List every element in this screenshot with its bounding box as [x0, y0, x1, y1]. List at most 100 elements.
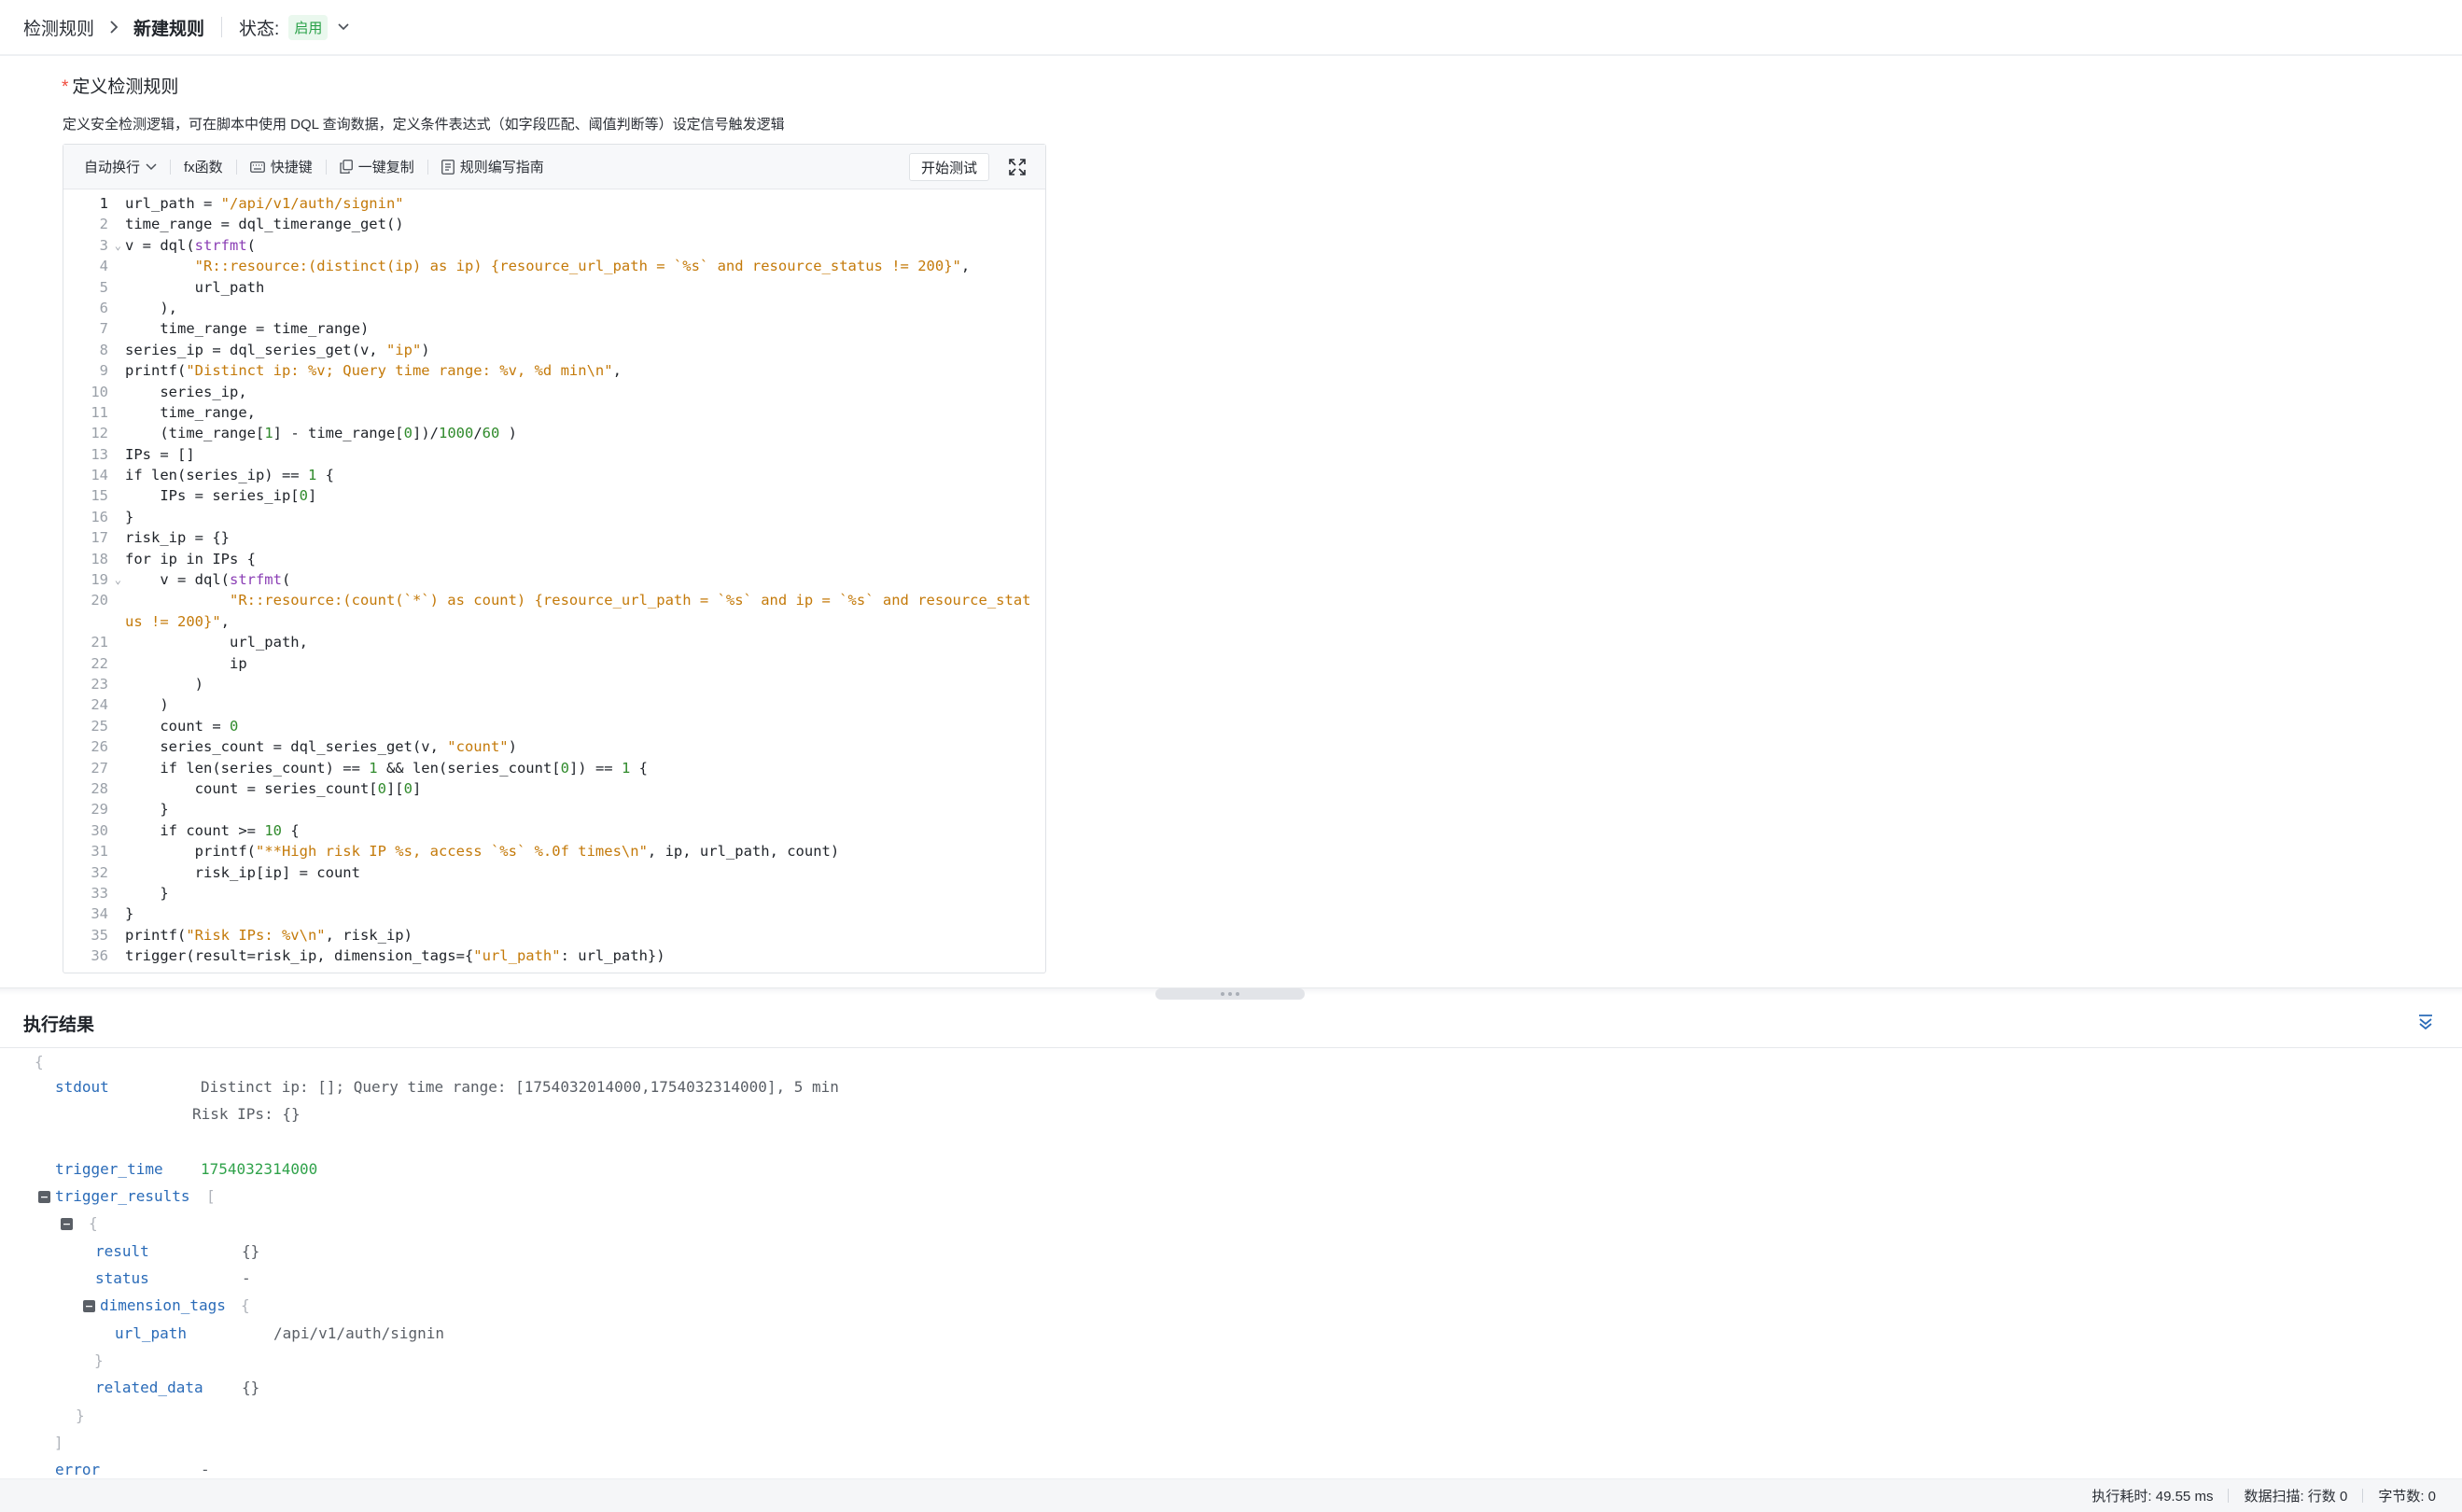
code-text: if len(series_count) == 1 && len(series_…	[125, 759, 648, 777]
collapse-minus-icon[interactable]: −	[83, 1300, 95, 1312]
chevron-down-icon[interactable]	[337, 22, 350, 32]
fold-chevron-icon[interactable]: ⌄	[115, 235, 121, 256]
code-line[interactable]: 34}	[63, 903, 1045, 924]
code-text: v = dql(strfmt(	[125, 236, 256, 254]
status-badge[interactable]: 启用	[288, 14, 329, 40]
code-text: url_path = "/api/v1/auth/signin"	[125, 195, 404, 212]
copy-icon	[340, 160, 353, 174]
collapse-panel-icon[interactable]	[2417, 1014, 2434, 1035]
code-line[interactable]: 7 time_range = time_range)	[63, 318, 1045, 339]
code-line[interactable]: 11 time_range,	[63, 402, 1045, 423]
json-key-status: status	[95, 1269, 149, 1287]
json-brace-close: }	[94, 1351, 104, 1369]
code-text: series_ip = dql_series_get(v, "ip")	[125, 341, 430, 358]
code-line[interactable]: 8 series_ip = dql_series_get(v, "ip")	[63, 340, 1045, 360]
toggle-trigger-results[interactable]: −	[38, 1187, 50, 1205]
shortcuts-button[interactable]: 快捷键	[249, 157, 313, 176]
json-key-error: error	[55, 1461, 101, 1478]
code-line[interactable]: 13 IPs = []	[63, 444, 1045, 465]
code-line[interactable]: 28 count = series_count[0][0]	[63, 778, 1045, 799]
json-value-related-data: {}	[242, 1379, 260, 1396]
toggle-dimension-tags[interactable]: −	[83, 1296, 95, 1314]
code-line[interactable]: 23 )	[63, 674, 1045, 694]
code-line[interactable]: 35 printf("Risk IPs: %v\n", risk_ip)	[63, 925, 1045, 945]
code-line[interactable]: 33 }	[63, 883, 1045, 903]
code-text: (time_range[1] - time_range[0])/1000/60 …	[125, 425, 517, 442]
code-text: printf("**High risk IP %s, access `%s` %…	[125, 843, 840, 861]
code-line[interactable]: 26 series_count = dql_series_get(v, "cou…	[63, 736, 1045, 757]
code-line[interactable]: 36 trigger(result=risk_ip, dimension_tags…	[63, 945, 1045, 966]
line-number: 30	[91, 821, 108, 839]
code-text: ),	[125, 299, 177, 316]
code-line[interactable]: 2 time_range = dql_timerange_get()	[63, 214, 1045, 234]
line-number: 31	[91, 843, 108, 861]
line-number: 1	[99, 195, 108, 212]
section-title: * 定义检测规则	[62, 73, 178, 98]
code-line[interactable]: 21 url_path,	[63, 632, 1045, 652]
collapse-minus-icon[interactable]: −	[61, 1218, 73, 1230]
code-line[interactable]: 24 )	[63, 694, 1045, 715]
code-line[interactable]: 20 "R::resource:(count(`*`) as count) {r…	[63, 590, 1045, 632]
rule-guide-link[interactable]: 规则编写指南	[441, 157, 544, 176]
code-line[interactable]: 5 url_path	[63, 277, 1045, 298]
code-line[interactable]: 16}	[63, 507, 1045, 527]
code-line[interactable]: 1 url_path = "/api/v1/auth/signin"	[63, 193, 1045, 214]
breadcrumb-root[interactable]: 检测规则	[23, 15, 94, 40]
code-area[interactable]: 1 url_path = "/api/v1/auth/signin" 2 time_r…	[63, 189, 1045, 966]
line-number: 25	[91, 717, 108, 735]
code-line[interactable]: 6 ),	[63, 298, 1045, 318]
code-text: IPs = []	[125, 445, 195, 463]
code-line[interactable]: 22 ip	[63, 653, 1045, 674]
resize-handle[interactable]	[1155, 988, 1305, 1000]
toggle-result-item[interactable]: −	[61, 1214, 73, 1232]
json-value-status: -	[242, 1269, 251, 1287]
code-text: if len(series_ip) == 1 {	[125, 467, 334, 484]
code-line[interactable]: 19 ⌄ v = dql(strfmt(	[63, 569, 1045, 590]
line-number: 16	[91, 508, 108, 525]
line-number: 34	[91, 905, 108, 923]
fold-chevron-icon[interactable]: ⌄	[115, 569, 121, 590]
line-number: 22	[91, 654, 108, 672]
code-line[interactable]: 14 if len(series_ip) == 1 {	[63, 465, 1045, 485]
code-line[interactable]: 29 }	[63, 799, 1045, 819]
line-number: 32	[91, 863, 108, 881]
code-line[interactable]: 3 ⌄ v = dql(strfmt(	[63, 235, 1045, 256]
code-text: }	[125, 905, 134, 923]
start-test-button[interactable]: 开始测试	[908, 153, 989, 181]
json-key-result: result	[95, 1242, 149, 1260]
code-line[interactable]: 9 printf("Distinct ip: %v; Query time ran…	[63, 360, 1045, 381]
code-editor[interactable]: 自动换行 fx函数 快捷键 一键复制 规则编写指南 开始测试 1url_pat	[63, 144, 1046, 973]
code-line[interactable]: 10 series_ip,	[63, 382, 1045, 402]
code-text: }	[125, 508, 134, 525]
code-line[interactable]: 25 count = 0	[63, 716, 1045, 736]
code-line[interactable]: 4 "R::resource:(distinct(ip) as ip) {res…	[63, 256, 1045, 276]
top-bar: 检测规则 新建规则 状态: 启用	[0, 0, 2462, 56]
fx-functions-button[interactable]: fx函数	[184, 157, 223, 176]
code-line[interactable]: 32 risk_ip[ip] = count	[63, 862, 1045, 883]
copy-all-button[interactable]: 一键复制	[340, 157, 414, 176]
status-divider	[2362, 1489, 2364, 1503]
toolbar-actions: 开始测试	[908, 153, 1030, 181]
code-text: }	[125, 801, 169, 819]
code-line[interactable]: 27 if len(series_count) == 1 && len(seri…	[63, 758, 1045, 778]
line-number: 33	[91, 884, 108, 902]
scan-rows: 数据扫描: 行数 0	[2244, 1489, 2348, 1505]
code-line[interactable]: 30 if count >= 10 {	[63, 820, 1045, 841]
editor-toolbar: 自动换行 fx函数 快捷键 一键复制 规则编写指南 开始测试	[63, 145, 1045, 189]
code-line[interactable]: 31 printf("**High risk IP %s, access `%s…	[63, 841, 1045, 861]
json-brace-open: {	[35, 1053, 44, 1071]
line-number: 7	[99, 320, 108, 338]
code-line[interactable]: 12 (time_range[1] - time_range[0])/1000/…	[63, 423, 1045, 443]
code-line[interactable]: 17 risk_ip = {}	[63, 527, 1045, 548]
line-number: 20	[91, 592, 108, 609]
status-bar: 执行耗时: 49.55 ms 数据扫描: 行数 0 字节数: 0	[0, 1478, 2462, 1512]
code-text: risk_ip = {}	[125, 529, 230, 547]
code-line[interactable]: 18 for ip in IPs {	[63, 549, 1045, 569]
collapse-minus-icon[interactable]: −	[38, 1191, 50, 1203]
auto-wrap-dropdown[interactable]: 自动换行	[84, 157, 157, 176]
code-text: IPs = series_ip[0]	[125, 487, 317, 505]
code-line[interactable]: 15 IPs = series_ip[0]	[63, 485, 1045, 506]
json-brace-open: {	[241, 1296, 250, 1314]
fullscreen-icon[interactable]	[1004, 153, 1030, 181]
json-value-stdout-line2: Risk IPs: {}	[192, 1105, 301, 1123]
